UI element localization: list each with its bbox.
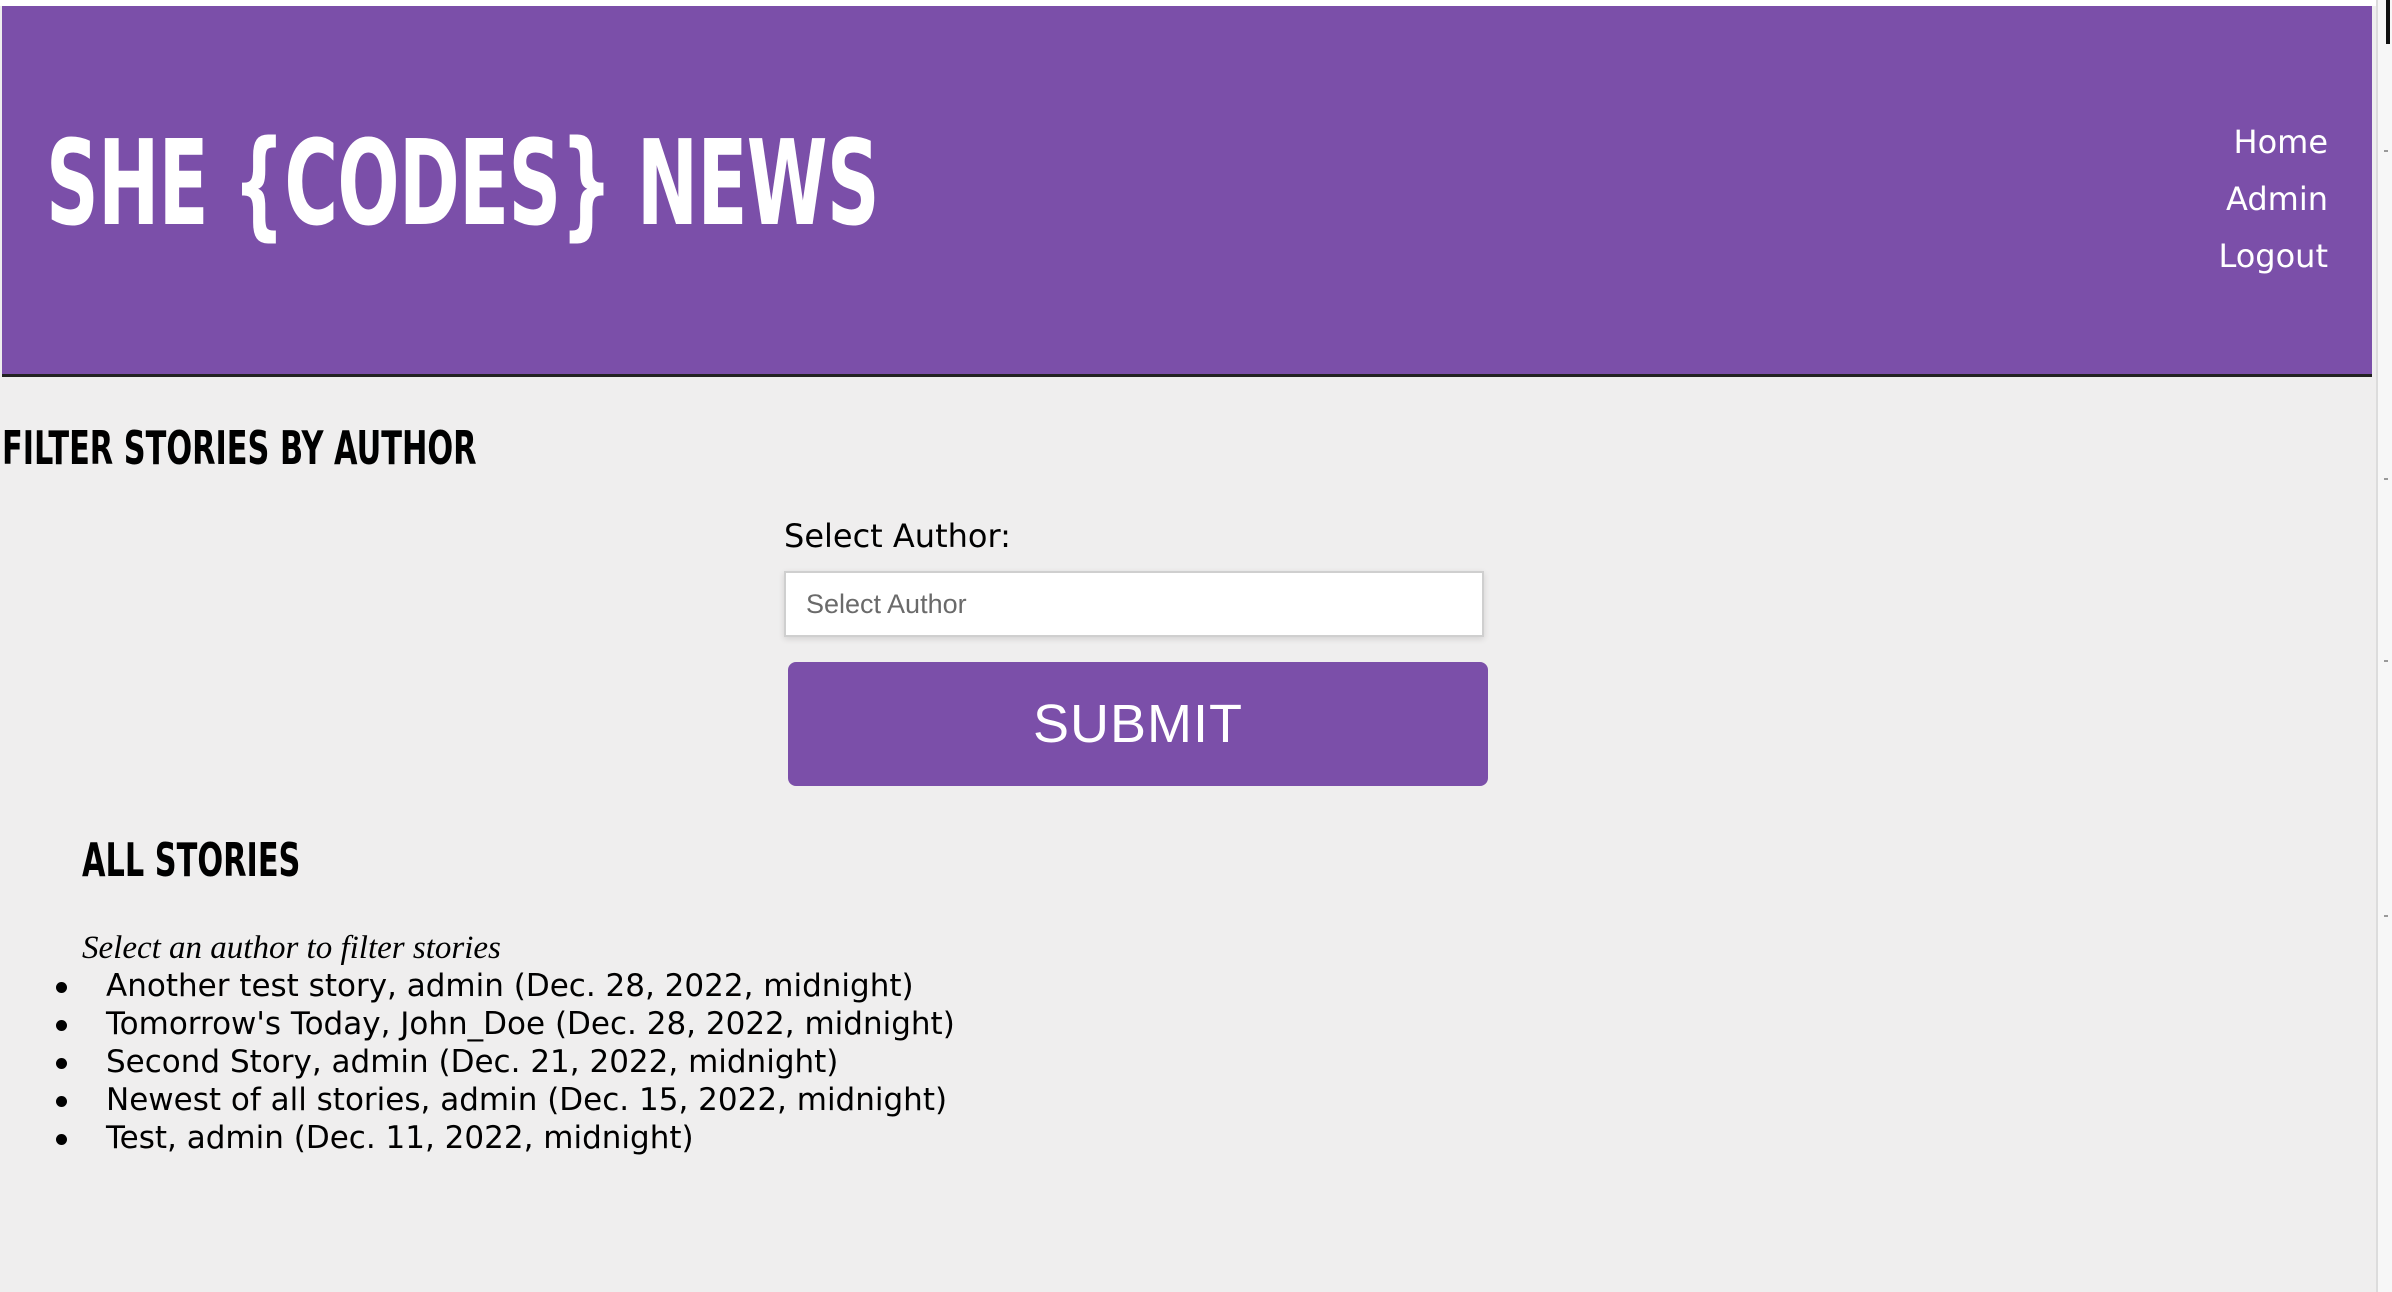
filter-hint: Select an author to filter stories [82, 930, 501, 966]
nav-logout-link[interactable]: Logout [2218, 228, 2328, 285]
site-logo[interactable]: SHE {CODES} NEWS [46, 118, 880, 248]
nav-home-link[interactable]: Home [2218, 114, 2329, 171]
story-list: Another test story, admin (Dec. 28, 2022… [50, 967, 955, 1157]
all-stories-heading: ALL STORIES [82, 833, 301, 887]
story-text: Tomorrow's Today, John_Doe (Dec. 28, 202… [106, 1006, 955, 1042]
scrollbar-tick [2384, 915, 2388, 917]
bullet-icon [56, 1020, 67, 1031]
story-text: Second Story, admin (Dec. 21, 2022, midn… [106, 1044, 839, 1080]
select-author-label: Select Author: [784, 517, 1011, 555]
window-edge-mark [2386, 0, 2390, 44]
story-item[interactable]: Test, admin (Dec. 11, 2022, midnight) [50, 1119, 955, 1157]
story-item[interactable]: Second Story, admin (Dec. 21, 2022, midn… [50, 1043, 955, 1081]
bullet-icon [56, 1058, 67, 1069]
story-text: Newest of all stories, admin (Dec. 15, 2… [106, 1082, 948, 1118]
bullet-icon [56, 982, 67, 993]
author-input[interactable] [784, 571, 1484, 637]
story-item[interactable]: Newest of all stories, admin (Dec. 15, 2… [50, 1081, 955, 1119]
scrollbar-tick [2384, 150, 2388, 152]
story-item[interactable]: Another test story, admin (Dec. 28, 2022… [50, 967, 955, 1005]
scrollbar-tick [2384, 660, 2388, 662]
window-scrollbar[interactable] [2376, 0, 2392, 1292]
bullet-icon [56, 1096, 67, 1107]
submit-button[interactable]: SUBMIT [788, 662, 1488, 786]
bullet-icon [56, 1134, 67, 1145]
site-header: SHE {CODES} NEWS Home Admin Logout [2, 6, 2372, 377]
story-text: Another test story, admin (Dec. 28, 2022… [106, 968, 914, 1004]
scrollbar-tick [2384, 478, 2388, 480]
story-text: Test, admin (Dec. 11, 2022, midnight) [106, 1120, 694, 1156]
nav-admin-link[interactable]: Admin [2218, 171, 2328, 228]
main-nav: Home Admin Logout [2218, 114, 2328, 285]
story-item[interactable]: Tomorrow's Today, John_Doe (Dec. 28, 202… [50, 1005, 955, 1043]
filter-heading: FILTER STORIES BY AUTHOR [2, 421, 477, 475]
